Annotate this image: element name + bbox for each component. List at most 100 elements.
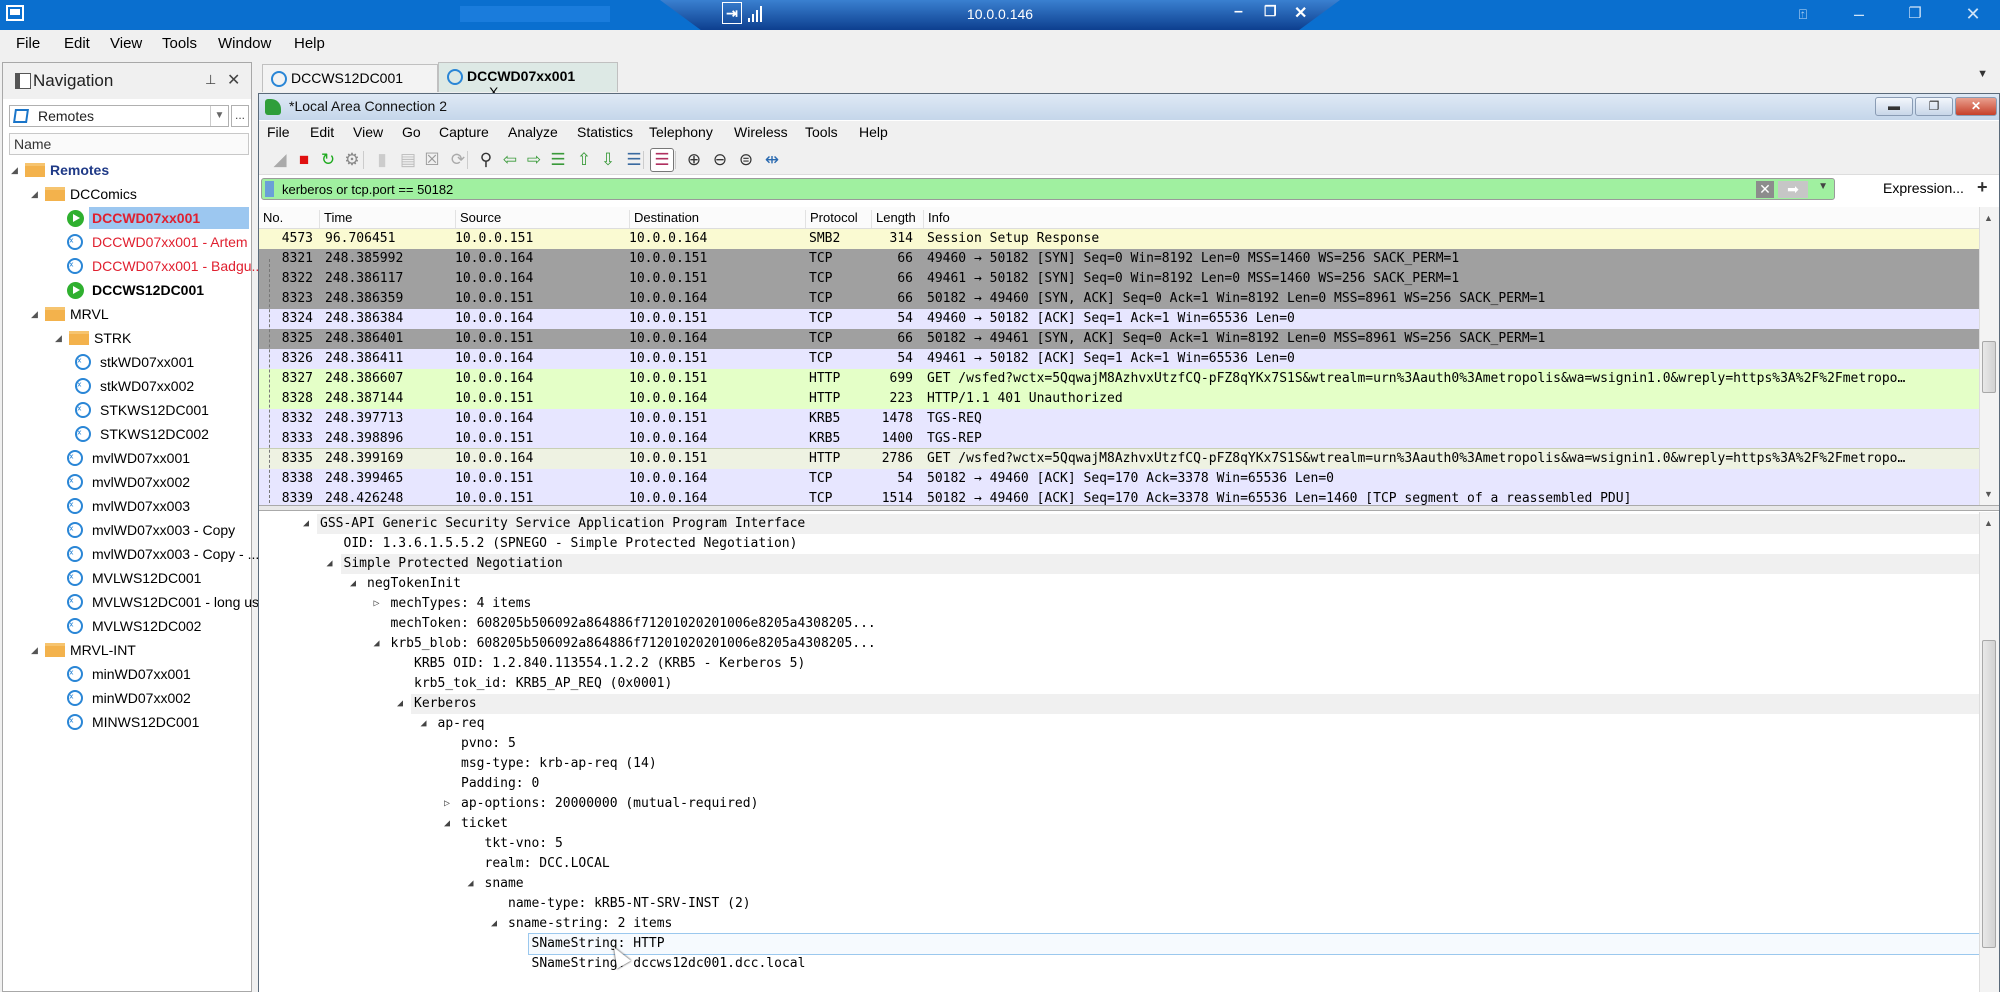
tab-dccws12dc001[interactable]: DCCWS12DC001 <box>262 64 438 92</box>
close-panel-icon[interactable]: ✕ <box>227 70 240 90</box>
col-protocol[interactable]: Protocol <box>805 210 869 228</box>
detail-row[interactable]: name-type: kRB5-NT-SRV-INST (2) <box>259 894 1979 914</box>
find-packet-icon[interactable]: ⚲ <box>477 151 495 169</box>
collapse-icon[interactable]: ◢ <box>303 514 309 534</box>
stop-capture-icon[interactable]: ■ <box>295 151 313 169</box>
scroll-down-icon[interactable]: ▼ <box>1984 489 1993 499</box>
collapse-icon[interactable]: ◢ <box>374 634 380 654</box>
packet-details-scrollbar[interactable]: ▲ <box>1979 512 1999 992</box>
tree-item[interactable]: mvlWD07xx003 <box>3 494 251 517</box>
tree-item[interactable]: mvlWD07xx003 - Copy <box>3 518 251 541</box>
detail-row[interactable]: realm: DCC.LOCAL <box>259 854 1979 874</box>
go-to-packet-icon[interactable]: ☰ <box>549 151 567 169</box>
ws-menu-view[interactable]: View <box>353 124 383 140</box>
packet-row[interactable]: 4573 96.706451 10.0.0.151 10.0.0.164 SMB2 314… <box>259 229 1979 249</box>
menu-view[interactable]: View <box>110 35 142 52</box>
collapse-icon[interactable]: ◢ <box>444 814 450 834</box>
tree-item[interactable]: DCCWS12DC001 <box>3 279 251 301</box>
detail-row[interactable]: msg-type: krb-ap-req (14) <box>259 754 1979 774</box>
detail-row[interactable]: ◢ ticket <box>259 814 1979 834</box>
expand-toggle-icon[interactable]: ◢ <box>55 327 62 349</box>
tree-item[interactable]: MVLWS12DC001 <box>3 566 251 589</box>
detail-row[interactable]: ▷ mechTypes: 4 items <box>259 594 1979 614</box>
tree-item[interactable]: DCCWD07xx001 - Badgu... <box>3 254 263 277</box>
close-button[interactable]: ✕ <box>1950 0 1996 30</box>
menu-file[interactable]: File <box>16 35 40 52</box>
detail-row[interactable]: ◢ sname-string: 2 items <box>259 914 1979 934</box>
packet-row[interactable]: 8323 248.386359 10.0.0.151 10.0.0.164 TCP 66 5… <box>259 289 1979 309</box>
tree-item[interactable]: DCCWD07xx001 <box>3 207 251 229</box>
packet-row[interactable]: 8335 248.399169 10.0.0.164 10.0.0.151 HTTP 27… <box>259 448 1979 470</box>
tree-item[interactable]: ◢ MRVL-INT <box>3 639 251 661</box>
ws-menu-edit[interactable]: Edit <box>310 124 334 140</box>
tree-item[interactable]: ◢ STRK <box>3 327 251 349</box>
go-back-icon[interactable]: ⇦ <box>501 151 519 169</box>
menu-window[interactable]: Window <box>218 35 271 52</box>
go-forward-icon[interactable]: ⇨ <box>525 151 543 169</box>
col-source[interactable]: Source <box>455 210 625 228</box>
expand-toggle-icon[interactable]: ◢ <box>31 639 38 661</box>
detail-row[interactable]: ◢ Simple Protected Negotiation <box>259 554 1979 574</box>
more-options-button[interactable]: ... <box>231 105 249 127</box>
packet-row[interactable]: 8325 248.386401 10.0.0.151 10.0.0.164 TCP 66 5… <box>259 329 1979 349</box>
packet-row[interactable]: 8324 248.386384 10.0.0.164 10.0.0.151 TCP 54 4… <box>259 309 1979 329</box>
add-filter-button[interactable]: + <box>1977 177 1988 198</box>
tree-item[interactable]: DCCWD07xx001 - Artem <box>3 230 251 253</box>
tree-item[interactable]: mvlWD07xx001 <box>3 446 251 469</box>
collapse-icon[interactable]: ◢ <box>468 874 474 894</box>
tree-item[interactable]: stkWD07xx001 <box>3 350 251 373</box>
detail-row[interactable]: krb5_tok_id: KRB5_AP_REQ (0x0001) <box>259 674 1979 694</box>
zoom-out-icon[interactable]: ⊖ <box>711 151 729 169</box>
filter-history-dropdown[interactable]: ▼ <box>1818 181 1828 192</box>
expression-button[interactable]: Expression... <box>1883 180 1964 196</box>
ws-menu-wireless[interactable]: Wireless <box>734 124 788 140</box>
ws-menu-go[interactable]: Go <box>402 124 421 140</box>
collapse-icon[interactable]: ◢ <box>397 694 403 714</box>
tabs-overflow-dropdown[interactable]: ▼ <box>1977 68 1988 80</box>
scroll-up-icon[interactable]: ▲ <box>1984 518 1993 528</box>
close-file-icon[interactable]: ☒ <box>423 151 441 169</box>
detail-row[interactable]: tkt-vno: 5 <box>259 834 1979 854</box>
tree-item[interactable]: MVLWS12DC001 - long user <box>3 590 271 613</box>
chevron-down-icon[interactable]: ▼ <box>210 106 228 126</box>
restore-to-tray-icon[interactable]: ⍐ <box>1780 0 1826 30</box>
resize-columns-icon[interactable]: ⇹ <box>763 151 781 169</box>
rdp-minimize-button[interactable]: – <box>1234 3 1243 21</box>
packet-list-scrollbar[interactable]: ▲ ▼ <box>1979 207 1999 505</box>
scroll-up-icon[interactable]: ▲ <box>1984 213 1993 223</box>
ws-menu-telephony[interactable]: Telephony <box>649 124 713 140</box>
packet-row[interactable]: 8339 248.426248 10.0.0.151 10.0.0.164 TCP 151… <box>259 489 1979 505</box>
detail-row[interactable]: ◢ krb5_blob: 608205b506092a864886f7120102… <box>259 634 1979 654</box>
detail-row[interactable]: ◢ GSS-API Generic Security Service Applic… <box>259 514 1979 534</box>
zoom-in-icon[interactable]: ⊕ <box>685 151 703 169</box>
ws-menu-capture[interactable]: Capture <box>439 124 489 140</box>
tree-item[interactable]: ◢ Remotes <box>3 159 251 181</box>
tree-item[interactable]: mvlWD07xx003 - Copy - ... <box>3 542 259 565</box>
rdp-close-button[interactable]: ✕ <box>1294 3 1307 23</box>
detail-row[interactable]: SNameString: dccws12dc001.dcc.local <box>259 954 1979 974</box>
apply-filter-icon[interactable]: ➡ <box>1778 181 1808 198</box>
ws-menu-help[interactable]: Help <box>859 124 888 140</box>
tree-item[interactable]: STKWS12DC001 <box>3 398 251 421</box>
pane-splitter[interactable] <box>259 505 1999 511</box>
ws-menu-statistics[interactable]: Statistics <box>577 124 633 140</box>
detail-row[interactable]: ◢ negTokenInit <box>259 574 1979 594</box>
last-packet-icon[interactable]: ⇩ <box>599 151 617 169</box>
packet-row[interactable]: 8328 248.387144 10.0.0.151 10.0.0.164 HTTP 22… <box>259 389 1979 409</box>
detail-row[interactable]: ◢ Kerberos <box>259 694 1979 714</box>
expand-icon[interactable]: ▷ <box>444 794 450 814</box>
packet-row[interactable]: 8338 248.399465 10.0.0.151 10.0.0.164 TCP 54 5… <box>259 469 1979 489</box>
ws-menu-file[interactable]: File <box>267 124 290 140</box>
ws-close-button[interactable]: ✕ <box>1955 97 1997 116</box>
tree-item[interactable]: minWD07xx002 <box>3 686 251 709</box>
display-filter-bar[interactable]: kerberos or tcp.port == 50182 ✕ ➡ ▼ <box>261 178 1835 200</box>
detail-row[interactable]: pvno: 5 <box>259 734 1979 754</box>
detail-row[interactable]: Padding: 0 <box>259 774 1979 794</box>
collapse-icon[interactable]: ◢ <box>421 714 427 734</box>
tree-item[interactable]: minWD07xx001 <box>3 662 251 685</box>
ws-menu-tools[interactable]: Tools <box>805 124 838 140</box>
ws-menu-analyze[interactable]: Analyze <box>508 124 558 140</box>
colorize-icon[interactable]: ☰ <box>650 148 674 172</box>
tree-item[interactable]: mvlWD07xx002 <box>3 470 251 493</box>
normal-size-icon[interactable]: ⊜ <box>737 151 755 169</box>
